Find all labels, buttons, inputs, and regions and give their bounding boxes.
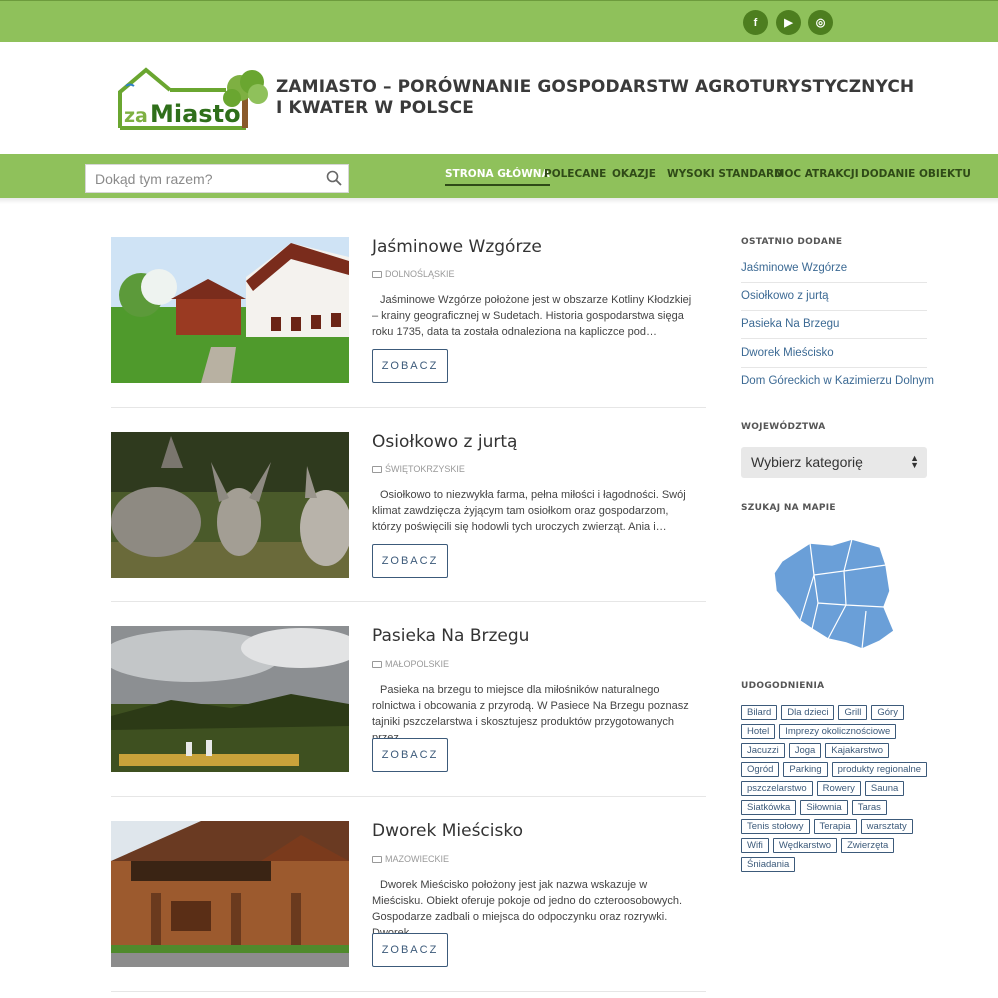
read-more-button[interactable]: ZOBACZ — [372, 738, 448, 772]
tag-hotel[interactable]: Hotel — [741, 724, 776, 739]
search-box — [85, 164, 349, 193]
folder-icon — [372, 661, 382, 669]
site-title[interactable]: ZAMIASTO – PORÓWNANIE GOSPODARSTW AGROTU… — [276, 77, 916, 119]
read-more-button[interactable]: ZOBACZ — [372, 933, 448, 967]
category-select[interactable]: Wybierz kategorię ▲ ▼ — [741, 447, 927, 478]
post-divider — [111, 407, 706, 408]
recent-post-link[interactable]: Dworek Mieścisko — [741, 347, 927, 368]
youtube-icon[interactable]: ▶ — [776, 10, 801, 35]
read-more-button[interactable]: ZOBACZ — [372, 349, 448, 383]
search-icon[interactable] — [326, 170, 342, 186]
tag-silownia[interactable]: Siłownia — [800, 800, 848, 815]
recent-post-link[interactable]: Pasieka Na Brzegu — [741, 318, 927, 339]
tag-sniadania[interactable]: Śniadania — [741, 857, 796, 872]
instagram-icon[interactable]: ◎ — [808, 10, 833, 35]
search-input[interactable] — [86, 165, 316, 192]
tag-warsztaty[interactable]: warsztaty — [860, 819, 913, 834]
post-category-label[interactable]: MAZOWIECKIE — [385, 854, 449, 864]
post-title[interactable]: Jaśminowe Wzgórze — [372, 237, 542, 257]
logo-text-miasto: Miasto — [150, 100, 241, 128]
post-title[interactable]: Osiołkowo z jurtą — [372, 432, 517, 452]
recent-posts-heading: OSTATNIO DODANE — [741, 237, 843, 247]
tag-pszczelarstwo[interactable]: pszczelarstwo — [741, 781, 813, 796]
map-heading: SZUKAJ NA MAPIE — [741, 503, 836, 513]
post-excerpt: Pasieka na brzegu to miejsce dla miłośni… — [372, 684, 689, 744]
tag-imprezy-okolicznosciowe[interactable]: Imprezy okolicznościowe — [779, 724, 897, 739]
tag-produkty-regionalne[interactable]: produkty regionalne — [831, 762, 928, 777]
post-category-label[interactable]: ŚWIĘTOKRZYSKIE — [385, 464, 465, 474]
tag-taras[interactable]: Taras — [851, 800, 887, 815]
post-excerpt: Jaśminowe Wzgórze położone jest w obszar… — [372, 294, 692, 338]
recent-post-link[interactable]: Dom Góreckich w Kazimierzu Dolnym — [741, 375, 934, 395]
nav-item-strona-glowna[interactable]: STRONA GŁÓWNA — [445, 168, 550, 186]
tag-sauna[interactable]: Sauna — [864, 781, 905, 796]
tag-parking[interactable]: Parking — [783, 762, 828, 777]
post-title[interactable]: Dworek Mieścisko — [372, 821, 523, 841]
nav-shadow — [0, 198, 998, 204]
read-more-button[interactable]: ZOBACZ — [372, 544, 448, 578]
post-category-label[interactable]: DOLNOŚLĄSKIE — [385, 269, 455, 279]
post-category[interactable]: MAŁOPOLSKIE — [372, 659, 449, 669]
post-category[interactable]: MAZOWIECKIE — [372, 854, 449, 864]
post-category[interactable]: DOLNOŚLĄSKIE — [372, 269, 455, 279]
facebook-icon[interactable]: f — [743, 10, 768, 35]
recent-post-link[interactable]: Osiołkowo z jurtą — [741, 290, 927, 311]
site-logo[interactable]: za Miasto — [116, 64, 272, 132]
post-divider — [111, 601, 706, 602]
tag-cloud: Bilard Dla dzieci Grill Góry Hotel Impre… — [741, 705, 931, 872]
site-header: za Miasto ZAMIASTO – PORÓWNANIE GOSPODAR… — [0, 42, 998, 154]
tag-joga[interactable]: Joga — [788, 743, 822, 758]
tag-wifi[interactable]: Wifi — [741, 838, 769, 853]
post-thumbnail[interactable] — [111, 626, 349, 772]
folder-icon — [372, 466, 382, 474]
post-divider — [111, 991, 706, 992]
post-thumbnail[interactable] — [111, 432, 349, 578]
post-title[interactable]: Pasieka Na Brzegu — [372, 626, 529, 646]
poland-map[interactable] — [770, 535, 898, 653]
post-thumbnail[interactable] — [111, 237, 349, 383]
tag-siatkowka[interactable]: Siatkówka — [741, 800, 797, 815]
folder-icon — [372, 271, 382, 279]
tag-ogrod[interactable]: Ogród — [741, 762, 780, 777]
tag-terapia[interactable]: Terapia — [813, 819, 857, 834]
nav-item-dodanie-obiektu[interactable]: DODANIE OBIEKTU — [861, 168, 971, 180]
top-bar: f ▶ ◎ — [0, 0, 998, 42]
folder-icon — [372, 856, 382, 864]
post-excerpt: Osiołkowo to niezwykła farma, pełna miło… — [372, 489, 686, 533]
post-divider — [111, 796, 706, 797]
tag-tenis-stolowy[interactable]: Tenis stołowy — [741, 819, 810, 834]
logo-text-za: za — [124, 105, 148, 127]
tag-rowery[interactable]: Rowery — [816, 781, 861, 796]
tags-heading: UDOGODNIENIA — [741, 681, 825, 691]
select-arrows-icon: ▲ ▼ — [910, 453, 919, 470]
tag-kajakarstwo[interactable]: Kajakarstwo — [825, 743, 890, 758]
tag-grill[interactable]: Grill — [838, 705, 868, 720]
tag-dla-dzieci[interactable]: Dla dzieci — [781, 705, 835, 720]
nav-item-wysoki-standard[interactable]: WYSOKI STANDARD — [667, 168, 783, 180]
nav-item-moc-atrakcji[interactable]: MOC ATRAKCJI — [774, 168, 859, 180]
post-category[interactable]: ŚWIĘTOKRZYSKIE — [372, 464, 465, 474]
post-thumbnail[interactable] — [111, 821, 349, 967]
tag-gory[interactable]: Góry — [871, 705, 904, 720]
nav-item-polecane[interactable]: POLECANE — [544, 168, 606, 180]
recent-post-link[interactable]: Jaśminowe Wzgórze — [741, 262, 927, 283]
main-nav: STRONA GŁÓWNA POLECANE OKAZJE WYSOKI STA… — [0, 154, 998, 198]
tag-bilard[interactable]: Bilard — [741, 705, 778, 720]
tag-jacuzzi[interactable]: Jacuzzi — [741, 743, 785, 758]
post-excerpt: Dworek Mieścisko położony jest jak nazwa… — [372, 879, 683, 939]
voivodeship-heading: WOJEWÓDZTWA — [741, 422, 826, 432]
category-select-value: Wybierz kategorię — [751, 454, 863, 470]
post-category-label[interactable]: MAŁOPOLSKIE — [385, 659, 449, 669]
nav-item-okazje[interactable]: OKAZJE — [612, 168, 656, 180]
tag-wedkarstwo[interactable]: Wędkarstwo — [772, 838, 838, 853]
tag-zwierzeta[interactable]: Zwierzęta — [841, 838, 895, 853]
